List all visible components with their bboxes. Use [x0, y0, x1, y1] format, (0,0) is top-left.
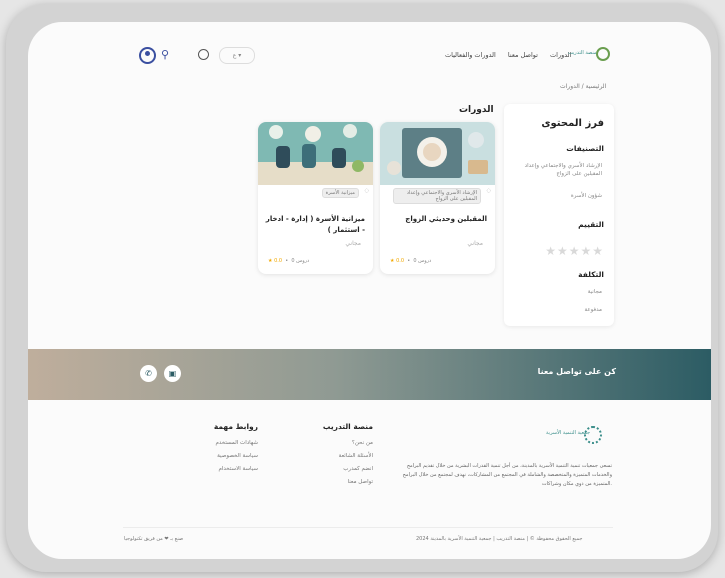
contact-band: كن على تواصل معنا ✆ ▣: [28, 349, 711, 400]
nav-item-events[interactable]: الدورات والفعاليات: [445, 51, 496, 59]
search-icon[interactable]: [198, 49, 209, 60]
card-badge: ◌: [486, 188, 491, 194]
screen: ⚲ ع ▾ الدورات تواصل معنا الدورات والفعال…: [28, 22, 711, 559]
powered-by-text[interactable]: صنع بـ ❤ من فريق تكنولوجيا: [124, 536, 183, 542]
footer-link[interactable]: تواصل معنا: [293, 476, 373, 489]
rating-stars[interactable]: ★★★★★: [545, 244, 604, 258]
filter-panel: فرز المحتوى التصنيفات الإرشاد الأسري وال…: [504, 104, 614, 326]
category-option[interactable]: شؤون الأسرة: [512, 192, 602, 200]
filter-title: فرز المحتوى: [541, 118, 604, 129]
footer-links-title: روابط مهمة: [213, 422, 258, 431]
course-card[interactable]: ميزانية الأسرة ◌ ميزانية الأسرة ( إدارة …: [258, 122, 373, 274]
footer-link[interactable]: من نحن؟: [293, 437, 373, 450]
user-avatar-icon[interactable]: [139, 47, 156, 64]
contact-label: كن على تواصل معنا: [537, 367, 616, 376]
category-option[interactable]: الإرشاد الأسري والاجتماعي وإعداد المقبلي…: [512, 162, 602, 178]
course-title[interactable]: المقبلين وحديثي الزواج: [387, 214, 487, 225]
breadcrumb[interactable]: الرئيسية / الدورات: [560, 83, 606, 90]
footer-link[interactable]: سياسة الاستخدام: [178, 463, 258, 476]
footer-platform-title: منصة التدريب: [322, 422, 373, 431]
course-image: [258, 122, 373, 185]
course-title[interactable]: ميزانية الأسرة ( إدارة - ادخار - استثمار…: [265, 214, 365, 236]
copyright-text: جميع الحقوق محفوظة © | منصة التدريب | جم…: [416, 536, 583, 542]
footer-links-column: روابط مهمة شهادات المستخدم سياسة الخصوصي…: [178, 422, 258, 476]
course-rating: ★ 0.0: [390, 258, 405, 264]
cost-option-free[interactable]: مجانية: [512, 288, 602, 296]
course-lessons: 0 دروس: [291, 258, 310, 264]
course-price: مجاني: [345, 240, 361, 247]
category-label: الإرشاد الأسري والاجتماعي وإعداد المقبلي…: [524, 163, 602, 177]
site-logo[interactable]: منصة التدريب: [568, 44, 610, 66]
footer-platform-column: منصة التدريب من نحن؟ الأسئلة الشائعة انض…: [293, 422, 373, 489]
course-category-tag[interactable]: الإرشاد الأسري والاجتماعي وإعداد المقبلي…: [393, 188, 481, 204]
logo-text: منصة التدريب: [568, 50, 597, 56]
course-meta: ★ 0.0 • 0 دروس: [390, 258, 432, 264]
cost-label: مدفوعة: [584, 307, 602, 313]
course-category-tag[interactable]: ميزانية الأسرة: [321, 188, 359, 198]
category-label: شؤون الأسرة: [570, 193, 602, 199]
language-selector[interactable]: ع ▾: [219, 47, 255, 64]
cost-option-paid[interactable]: مدفوعة: [512, 306, 602, 314]
course-rating: ★ 0.0: [268, 258, 283, 264]
footer-link[interactable]: شهادات المستخدم: [178, 437, 258, 450]
categories-title: التصنيفات: [566, 144, 604, 153]
course-card[interactable]: ◌ الإرشاد الأسري والاجتماعي وإعداد المقب…: [380, 122, 495, 274]
footer-link[interactable]: سياسة الخصوصية: [178, 450, 258, 463]
cost-label: مجانية: [587, 289, 602, 295]
course-image: [380, 122, 495, 185]
courses-heading: الدورات: [459, 105, 494, 115]
rating-title: التقييم: [578, 220, 604, 229]
instagram-icon[interactable]: ▣: [164, 365, 181, 382]
course-lessons: 0 دروس: [413, 258, 432, 264]
footer-link[interactable]: انضم كمدرب: [293, 463, 373, 476]
footer-description: تسعى جمعيات تنمية التنمية الأسرية بالمدي…: [402, 463, 612, 487]
nav-item-contact[interactable]: تواصل معنا: [508, 51, 538, 59]
footer-logo: جمعية التنمية الأسرية: [546, 426, 602, 450]
device-frame: ⚲ ع ▾ الدورات تواصل معنا الدورات والفعال…: [6, 4, 718, 572]
logo-mark-icon: [596, 47, 610, 61]
cart-icon[interactable]: ⚲: [161, 48, 169, 61]
site-header: ⚲ ع ▾ الدورات تواصل معنا الدورات والفعال…: [28, 22, 711, 82]
course-meta: ★ 0.0 • 0 دروس: [268, 258, 310, 264]
cost-title: التكلفة: [578, 270, 604, 279]
footer-link[interactable]: الأسئلة الشائعة: [293, 450, 373, 463]
whatsapp-icon[interactable]: ✆: [140, 365, 157, 382]
main-nav: الدورات تواصل معنا الدورات والفعاليات: [440, 51, 576, 59]
footer-divider: [123, 527, 613, 528]
footer-logo-icon: [584, 426, 602, 444]
card-badge: ◌: [364, 188, 369, 194]
course-price: مجاني: [467, 240, 483, 247]
